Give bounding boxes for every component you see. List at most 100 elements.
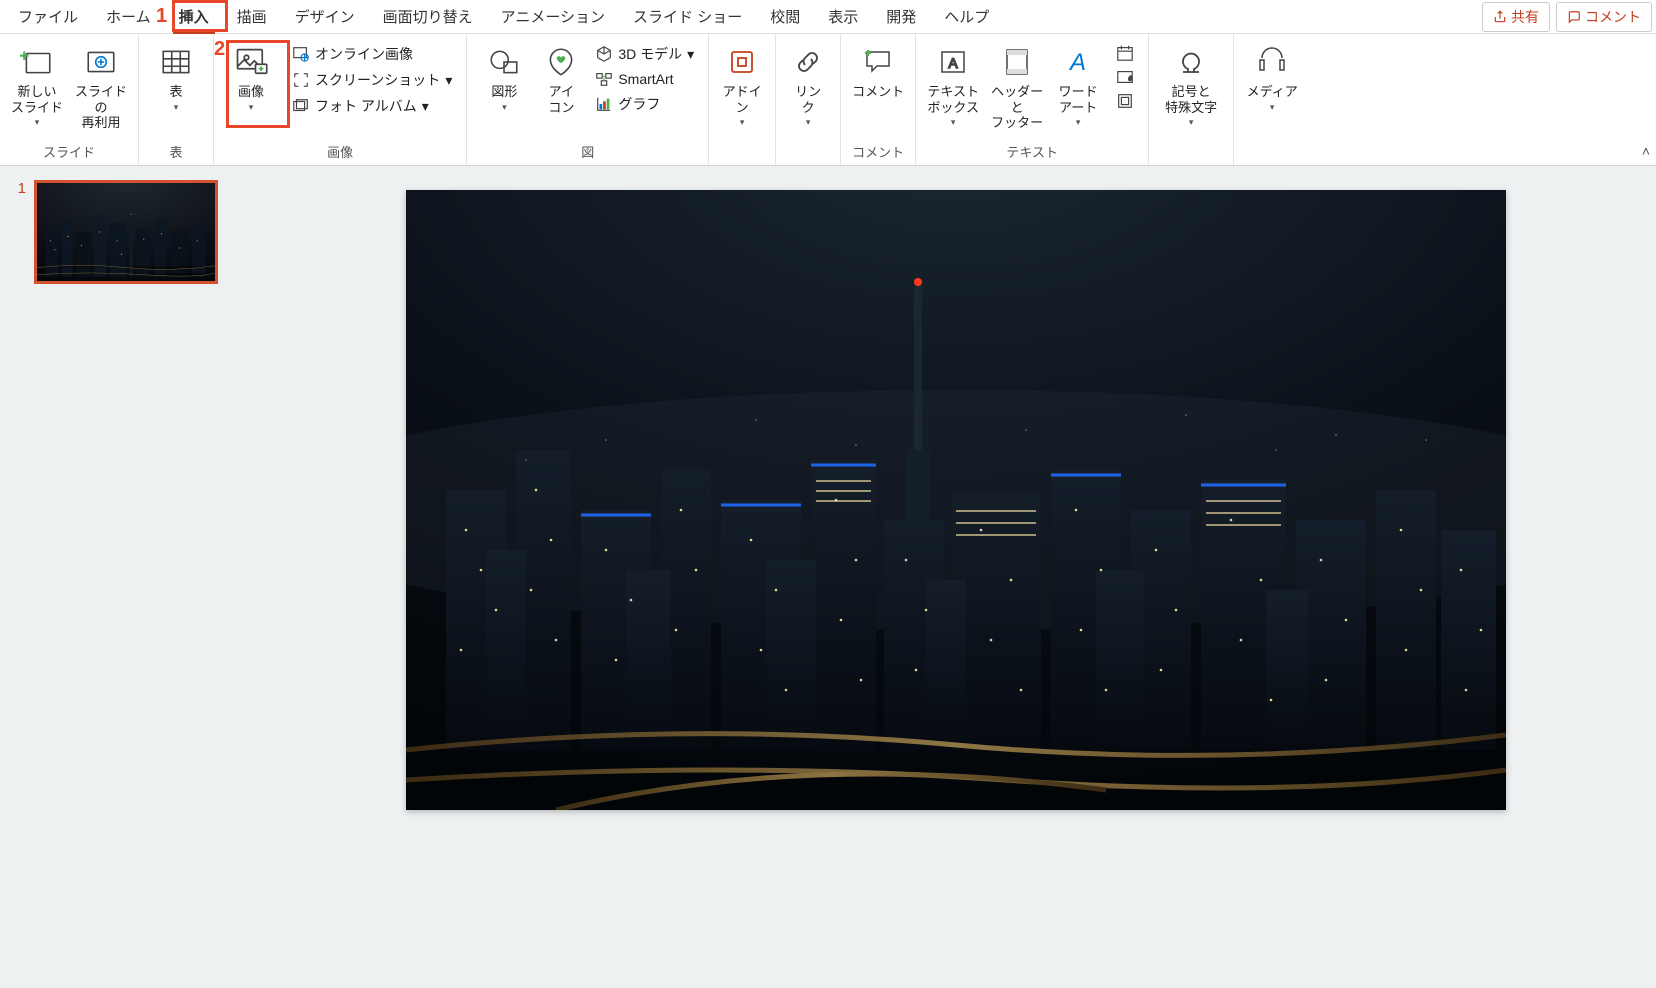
chart-button[interactable]: グラフ — [591, 92, 698, 116]
link-label: リン ク — [795, 84, 821, 115]
symbols-icon — [1173, 44, 1209, 80]
header-footer-label: ヘッダーと フッター — [988, 84, 1046, 131]
new-comment-label: コメント — [852, 84, 904, 100]
city-thumbnail-image — [37, 183, 215, 281]
group-addin: アドイ ン ▾ — [709, 34, 776, 165]
textbox-button[interactable]: A テキスト ボックス ▾ — [922, 40, 984, 132]
addin-button[interactable]: アドイ ン ▾ — [715, 40, 769, 132]
shapes-icon — [486, 44, 522, 80]
media-label: メディア — [1247, 84, 1298, 100]
symbols-button[interactable]: 記号と 特殊文字 ▾ — [1155, 40, 1227, 132]
new-slide-label: 新しい スライド — [11, 84, 63, 115]
slide-number-button[interactable]: # — [1112, 66, 1138, 88]
addin-label: アドイ ン — [723, 84, 762, 115]
new-comment-button[interactable]: コメント — [847, 40, 909, 104]
tab-transition[interactable]: 画面切り替え — [369, 0, 487, 33]
svg-text:#: # — [1129, 76, 1133, 83]
header-footer-button[interactable]: ヘッダーと フッター — [986, 40, 1048, 135]
svg-text:A: A — [949, 55, 959, 71]
screenshot-button[interactable]: スクリーンショット ▾ — [288, 68, 456, 92]
thumbnail-panel: 1 — [0, 166, 256, 988]
photo-album-button[interactable]: フォト アルバム ▾ — [288, 94, 456, 118]
image-label: 画像 — [238, 84, 264, 100]
table-icon — [158, 44, 194, 80]
3d-model-button[interactable]: 3D モデル ▾ — [591, 42, 698, 66]
screenshot-label: スクリーンショット — [315, 70, 440, 90]
media-button[interactable]: メディア ▾ — [1240, 40, 1304, 117]
group-illustrations-label: 図 — [473, 139, 702, 165]
workspace: 1 — [0, 166, 1656, 988]
tab-insert[interactable]: 挿入 — [165, 0, 223, 33]
comment-button[interactable]: コメント — [1556, 2, 1652, 32]
date-time-button[interactable] — [1112, 42, 1138, 64]
image-button[interactable]: 画像 ▾ — [220, 40, 282, 117]
share-button[interactable]: 共有 — [1482, 2, 1550, 32]
date-time-icon — [1116, 44, 1134, 62]
share-label: 共有 — [1511, 7, 1539, 27]
tab-review[interactable]: 校閲 — [756, 0, 814, 33]
tab-animation[interactable]: アニメーション — [487, 0, 619, 33]
group-text-label: テキスト — [922, 139, 1142, 165]
tab-file[interactable]: ファイル — [4, 0, 92, 33]
link-button[interactable]: リン ク ▾ — [782, 40, 834, 132]
comment-icon — [1567, 10, 1581, 24]
addin-icon — [724, 44, 760, 80]
symbols-label: 記号と 特殊文字 — [1165, 84, 1217, 115]
link-icon — [790, 44, 826, 80]
svg-text:A: A — [1068, 49, 1086, 76]
object-button[interactable] — [1112, 90, 1138, 112]
annotation-marker-2: 2 — [214, 38, 225, 61]
group-tables-label: 表 — [145, 139, 207, 165]
shapes-label: 図形 — [491, 84, 517, 100]
icons-label: アイ コン — [548, 84, 574, 115]
group-links: リン ク ▾ — [776, 34, 841, 165]
slide-thumbnail-1[interactable] — [34, 180, 218, 284]
new-slide-icon — [19, 44, 55, 80]
group-images: 画像 ▾ オンライン画像 スクリーンショット ▾ フォト アルバム ▾ — [214, 34, 467, 165]
image-icon — [233, 44, 269, 80]
tab-view[interactable]: 表示 — [814, 0, 872, 33]
comment-label: コメント — [1585, 7, 1641, 27]
slide-canvas[interactable] — [406, 190, 1506, 810]
3d-model-label: 3D モデル — [618, 44, 682, 64]
table-label: 表 — [169, 84, 182, 100]
tab-draw[interactable]: 描画 — [223, 0, 281, 33]
group-comments: コメント コメント — [841, 34, 916, 165]
tab-home[interactable]: ホーム — [92, 0, 165, 33]
table-button[interactable]: 表 ▾ — [145, 40, 207, 117]
header-footer-icon — [999, 44, 1035, 80]
slide-number-icon: # — [1116, 68, 1134, 86]
group-images-label: 画像 — [220, 139, 460, 165]
collapse-ribbon-button[interactable]: ˄ — [1642, 143, 1650, 159]
tab-help[interactable]: ヘルプ — [930, 0, 1003, 33]
new-comment-icon — [860, 44, 896, 80]
smartart-icon — [595, 70, 613, 88]
wordart-button[interactable]: A ワード アート ▾ — [1050, 40, 1106, 132]
group-slides-label: スライド — [6, 139, 132, 165]
smartart-button[interactable]: SmartArt — [591, 68, 698, 90]
icons-button[interactable]: アイ コン — [537, 40, 585, 119]
shapes-button[interactable]: 図形 ▾ — [473, 40, 535, 117]
group-illustrations: 図形 ▾ アイ コン 3D モデル ▾ SmartArt — [467, 34, 709, 165]
tab-slideshow[interactable]: スライド ショー — [619, 0, 756, 33]
icons-icon — [543, 44, 579, 80]
media-icon — [1254, 44, 1290, 80]
slide-area — [256, 166, 1656, 988]
tab-developer[interactable]: 開発 — [872, 0, 930, 33]
group-text: A テキスト ボックス ▾ ヘッダーと フッター A ワード アート ▾ # テ… — [916, 34, 1149, 165]
group-media: メディア ▾ — [1234, 34, 1310, 165]
annotation-marker-1: 1 — [156, 5, 167, 28]
textbox-label: テキスト ボックス — [927, 84, 979, 115]
share-icon — [1493, 10, 1507, 24]
online-images-label: オンライン画像 — [315, 44, 413, 64]
new-slide-button[interactable]: 新しい スライド ▾ — [6, 40, 68, 132]
object-icon — [1116, 92, 1134, 110]
reuse-slide-button[interactable]: スライドの 再利用 — [70, 40, 132, 135]
textbox-icon: A — [935, 44, 971, 80]
online-images-icon — [292, 45, 310, 63]
reuse-slide-label: スライドの 再利用 — [72, 84, 130, 131]
photo-album-icon — [292, 97, 310, 115]
online-images-button[interactable]: オンライン画像 — [288, 42, 456, 66]
ribbon: 新しい スライド ▾ スライドの 再利用 スライド 表 ▾ 表 — [0, 34, 1656, 166]
tab-design[interactable]: デザイン — [281, 0, 369, 33]
